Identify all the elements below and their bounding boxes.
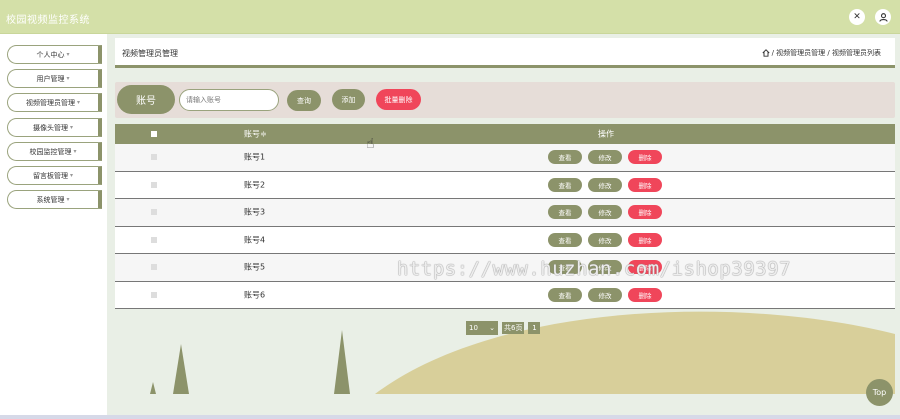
- app-title: 校园视频监控系统: [6, 15, 90, 26]
- edit-button[interactable]: 修改: [588, 205, 622, 220]
- column-header-actions: 操作: [598, 129, 614, 139]
- user-icon[interactable]: [875, 9, 891, 25]
- table-row: 账号2 查看 修改 删除: [115, 171, 895, 199]
- pagination: 10 ⌄ 共6页 1: [466, 321, 541, 335]
- chevron-down-icon: ▾: [66, 196, 70, 203]
- user-icon-graphic: [878, 12, 888, 22]
- sidebar-item-camera-management[interactable]: 摄像头管理 ▾: [7, 118, 102, 137]
- sidebar-item-user-management[interactable]: 用户管理 ▾: [7, 69, 102, 88]
- fullscreen-icon[interactable]: ✕: [849, 9, 865, 25]
- hand-cursor-icon: ☝: [366, 136, 375, 152]
- edit-button[interactable]: 修改: [588, 232, 622, 247]
- sidebar-item-label: 留言板管理: [32, 171, 68, 180]
- account-cell: 账号2: [244, 180, 266, 190]
- breadcrumb-path: / 视频管理员管理 / 视频管理员列表: [762, 48, 881, 58]
- page-size-select[interactable]: 10 ⌄: [466, 321, 498, 335]
- sidebar-item-personal-center[interactable]: 个人中心 ▾: [7, 45, 102, 64]
- tree-shape: [150, 382, 156, 394]
- sidebar-item-label: 用户管理: [36, 74, 65, 83]
- row-checkbox[interactable]: [151, 264, 157, 271]
- chevron-down-icon: ▾: [76, 99, 80, 106]
- add-button[interactable]: 添加: [332, 89, 365, 110]
- view-button[interactable]: 查看: [548, 177, 582, 192]
- row-checkbox[interactable]: [151, 236, 157, 243]
- breadcrumb: 视频管理员管理 / 视频管理员管理 / 视频管理员列表: [115, 38, 895, 68]
- table-row: 账号3 查看 修改 删除: [115, 199, 895, 227]
- page-number-button[interactable]: 1: [528, 322, 541, 334]
- chevron-down-icon: ▾: [66, 51, 70, 58]
- sidebar-item-label: 系统管理: [36, 195, 65, 204]
- top-header-bar: 校园视频监控系统 ✕: [0, 0, 900, 34]
- decorative-landscape: [150, 311, 895, 394]
- back-to-top-button[interactable]: Top: [866, 379, 893, 406]
- select-all-checkbox[interactable]: [151, 131, 157, 137]
- delete-button[interactable]: 删除: [628, 150, 662, 165]
- chevron-down-icon: ▾: [69, 172, 73, 179]
- delete-button[interactable]: 删除: [628, 205, 662, 220]
- account-cell: 账号4: [244, 235, 266, 245]
- query-button[interactable]: 查询: [287, 90, 321, 111]
- view-button[interactable]: 查看: [548, 232, 582, 247]
- search-input[interactable]: [179, 89, 279, 111]
- account-cell: 账号3: [244, 207, 266, 217]
- sidebar-item-system-management[interactable]: 系统管理 ▾: [7, 190, 102, 209]
- page-size-value: 10: [469, 324, 478, 332]
- search-label: 账号: [117, 85, 175, 114]
- home-icon[interactable]: [762, 49, 770, 57]
- table-header: 账号≑ 操作: [115, 124, 895, 144]
- watermark: https://www.huzhan.com/ishop39397: [397, 258, 791, 280]
- main-content: 视频管理员管理 / 视频管理员管理 / 视频管理员列表 账号 查询 添加 批量删…: [115, 38, 895, 418]
- sidebar-item-message-board[interactable]: 留言板管理 ▾: [7, 166, 102, 185]
- page-title: 视频管理员管理: [122, 49, 178, 58]
- account-cell: 账号1: [244, 152, 266, 162]
- sidebar-item-label: 摄像头管理: [32, 123, 68, 132]
- view-button[interactable]: 查看: [548, 150, 582, 165]
- delete-button[interactable]: 删除: [628, 232, 662, 247]
- chevron-down-icon: ▾: [73, 148, 77, 155]
- page-total-text: 共6页: [502, 322, 525, 334]
- tree-shape: [334, 330, 350, 394]
- bottom-scroll-strip: [0, 415, 900, 419]
- account-cell: 账号5: [244, 262, 266, 272]
- sidebar-item-label: 校园监控管理: [29, 147, 72, 156]
- delete-button[interactable]: 删除: [628, 177, 662, 192]
- sidebar-item-label: 个人中心: [36, 50, 65, 59]
- row-checkbox[interactable]: [151, 209, 157, 216]
- edit-button[interactable]: 修改: [588, 150, 622, 165]
- view-button[interactable]: 查看: [548, 205, 582, 220]
- batch-delete-button[interactable]: 批量删除: [376, 89, 421, 110]
- edit-button[interactable]: 修改: [588, 177, 622, 192]
- table-row: 账号1 查看 修改 删除: [115, 144, 895, 172]
- sidebar-item-label: 视频管理员管理: [25, 98, 75, 107]
- chevron-down-icon: ⌄: [489, 324, 495, 332]
- row-checkbox[interactable]: [151, 181, 157, 188]
- row-checkbox[interactable]: [151, 154, 157, 161]
- tree-shape: [173, 344, 189, 394]
- column-header-account[interactable]: 账号≑: [244, 129, 267, 140]
- table-body: 账号1 查看 修改 删除 账号2 查看 修改 删除 账号3 查看 修改 删除 账…: [115, 144, 895, 309]
- search-bar: 账号 查询 添加 批量删除: [115, 82, 895, 118]
- data-table: 账号≑ 操作 账号1 查看 修改 删除 账号2 查看 修改 删除 账号3 查看: [115, 124, 895, 309]
- chevron-down-icon: ▾: [66, 75, 70, 82]
- sidebar: 个人中心 ▾ 用户管理 ▾ 视频管理员管理 ▾ 摄像头管理 ▾ 校园监控管理 ▾ 留言板管…: [0, 34, 107, 419]
- chevron-down-icon: ▾: [69, 124, 73, 131]
- table-row: 账号4 查看 修改 删除: [115, 226, 895, 254]
- sidebar-item-campus-monitoring[interactable]: 校园监控管理 ▾: [7, 142, 102, 161]
- breadcrumb-trail[interactable]: / 视频管理员管理 / 视频管理员列表: [772, 48, 881, 58]
- sidebar-item-video-admin-management[interactable]: 视频管理员管理 ▾: [7, 93, 102, 112]
- hill-shape: [375, 311, 895, 394]
